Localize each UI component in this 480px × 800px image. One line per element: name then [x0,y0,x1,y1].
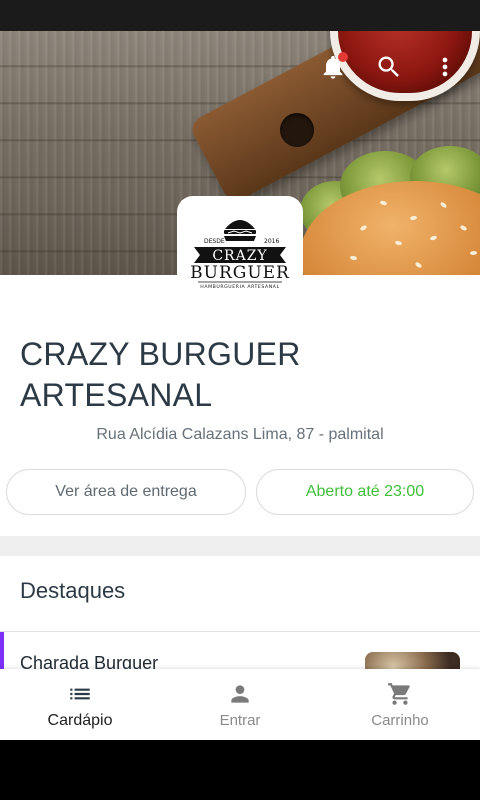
nav-label: Entrar [219,712,261,729]
system-navigation-bar [0,740,480,800]
cart-icon [388,683,410,705]
svg-text:2016: 2016 [264,238,279,245]
more-vert-icon[interactable] [424,46,466,88]
nav-label: Cardápio [47,712,113,729]
store-address: Rua Alcídia Calazans Lima, 87 - palmital [96,426,384,443]
nav-item-entrar[interactable]: Entrar [160,669,320,740]
store-name: CRAZY BURGUER ARTESANAL [20,336,301,413]
bottom-navigation: Cardápio Entrar Carrinho [0,669,480,740]
svg-text:CRAZY: CRAZY [212,248,267,264]
app-screen: DESDE 2016 CRAZY BURGUER HAMBURGUERIA AR… [0,31,480,740]
svg-text:DESDE: DESDE [204,238,225,245]
opening-hours-button[interactable]: Aberto até 23:00 [256,469,474,515]
store-logo: DESDE 2016 CRAZY BURGUER HAMBURGUERIA AR… [177,196,303,300]
highlights-title: Destaques [20,578,126,603]
notifications-icon[interactable] [312,46,354,88]
nav-label: Carrinho [371,712,429,729]
menu-list-icon [70,688,90,700]
system-status-bar [0,0,480,31]
notification-badge [338,52,348,62]
svg-text:HAMBURGUERIA ARTESANAL: HAMBURGUERIA ARTESANAL [200,284,279,290]
delivery-area-button[interactable]: Ver área de entrega [6,469,246,515]
nav-item-carrinho[interactable]: Carrinho [320,669,480,740]
search-icon[interactable] [368,46,410,88]
section-divider [0,536,480,556]
person-icon [231,685,249,703]
header-actions [310,45,480,89]
nav-item-cardapio[interactable]: Cardápio [0,669,160,740]
svg-text:BURGUER: BURGUER [190,263,290,283]
